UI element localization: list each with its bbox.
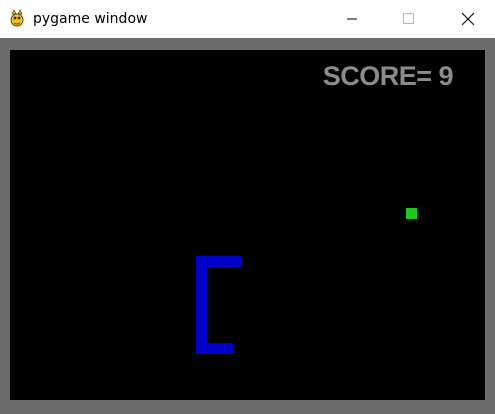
game-canvas[interactable]: SCORE= 9 (10, 50, 485, 400)
snake-segment-left (196, 256, 207, 354)
score-display: SCORE= 9 (322, 61, 454, 91)
maximize-button[interactable] (386, 0, 432, 38)
close-icon (461, 12, 475, 26)
food-pellet (406, 208, 417, 219)
minimize-icon (347, 18, 357, 20)
title-bar[interactable]: pygame window (0, 0, 495, 38)
minimize-button[interactable] (330, 0, 376, 38)
pygame-window: pygame window SCORE= 9 (0, 0, 495, 414)
pygame-snake-icon (8, 9, 26, 27)
maximize-icon (403, 13, 414, 24)
window-title: pygame window (33, 11, 148, 27)
snake-segment-bottom (196, 343, 233, 354)
close-button[interactable] (444, 0, 490, 38)
